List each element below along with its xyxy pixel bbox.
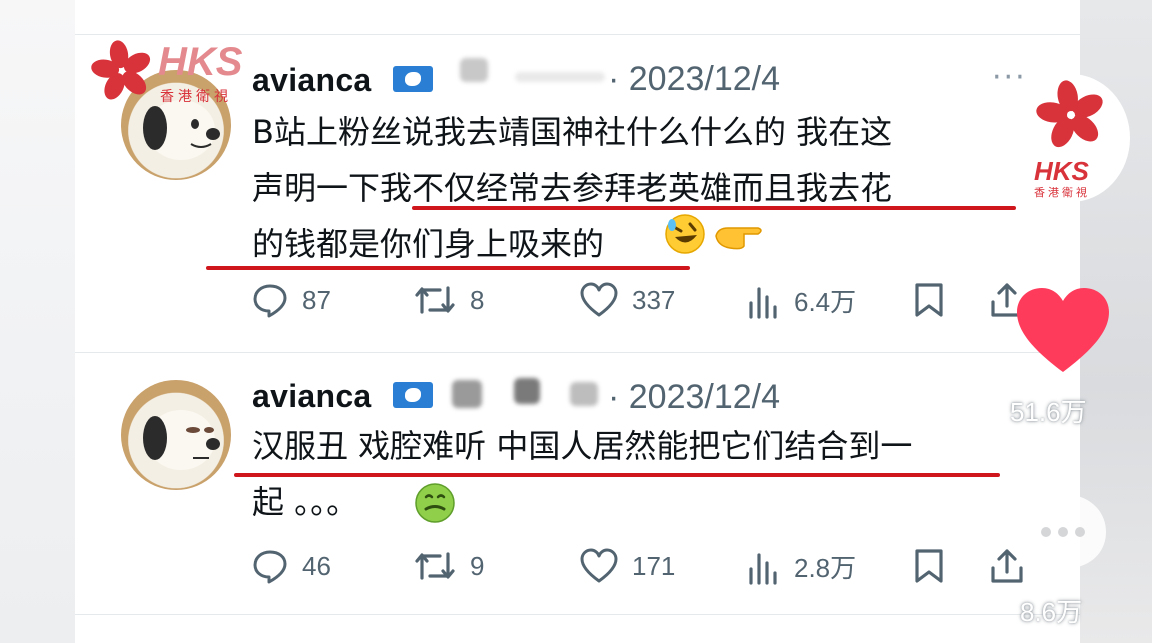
tweet-text-line: B站上粉丝说我去靖国神社什么什么的 我在这 [252,113,893,151]
like-count: 337 [632,284,676,315]
reply-count: 46 [302,550,331,581]
hks-logo-text: HKS [158,40,243,84]
snoopy-avatar-icon [143,410,220,470]
bookmark-button[interactable] [914,282,944,318]
hks-logo-subtitle: 香港衛視 [1034,186,1090,199]
reply-icon [253,550,287,584]
hks-logo-badge: HKS 香港衛視 [1012,74,1130,202]
rofl-emoji-icon [664,213,706,259]
blurred-handle [460,58,488,82]
bookmark-icon [915,549,943,583]
flag-icon [393,66,433,92]
blurred-handle [452,380,482,408]
reply-button[interactable]: 46 [252,548,331,584]
reply-button[interactable]: 87 [252,282,331,318]
bauhinia-logo-icon [1036,80,1103,148]
more-icon[interactable]: ··· [992,60,1027,95]
retweet-icon [415,286,455,314]
username[interactable]: avianca [252,378,372,415]
reply-count: 87 [302,284,331,315]
heart-icon [580,282,618,317]
hks-logo-text: HKS [1034,156,1089,186]
tweet-text-line: 起 。。。 [252,483,359,521]
retweet-icon [415,552,455,580]
side-like-button[interactable] [1014,286,1112,380]
heart-filled-icon [1017,288,1109,372]
tweet-text-line: 汉服丑 戏腔难听 中国人居然能把它们结合到一 [252,427,913,465]
user-avatar[interactable] [121,380,231,490]
retweet-button[interactable]: 9 [414,548,484,584]
bookmark-button[interactable] [914,548,944,584]
retweet-count: 8 [470,284,485,315]
hks-logo-subtitle: 香港衛視 [160,89,232,105]
divider-middle [75,352,1080,353]
blurred-handle-2 [515,72,605,82]
left-background [0,0,75,643]
tweet-text: B站上粉丝说我去靖国神社什么什么的 我在这 声明一下我不仅经常去参拜老英雄而且我… [252,104,892,272]
bauhinia-logo-icon [91,40,151,100]
red-underline [412,206,1016,210]
retweet-button[interactable]: 8 [414,282,484,318]
views-chart-icon [749,552,777,585]
comment-bubble-icon [1020,494,1106,578]
side-like-count: 51.6万 [1010,397,1087,427]
heart-icon [580,548,618,583]
like-button[interactable]: 337 [580,282,675,318]
tweet-text-line: 的钱都是你们身上吸来的 [252,225,605,263]
views-button[interactable]: 2.8万 [748,548,856,585]
like-count: 171 [632,550,676,581]
like-button[interactable]: 171 [580,548,675,584]
tweet-date[interactable]: · 2023/12/4 [608,60,780,99]
reply-icon [253,284,287,318]
blurred-handle-2 [514,378,540,404]
divider-bottom [75,614,1080,615]
flag-icon [393,382,433,408]
views-count: 2.8万 [794,553,857,583]
red-underline [234,473,1000,477]
tweet-date[interactable]: · 2023/12/4 [608,378,780,417]
username[interactable]: avianca [252,62,372,99]
blurred-handle-3 [570,382,598,406]
side-comment-count: 8.6万 [1020,597,1083,627]
nauseated-face-emoji-icon [414,482,456,528]
divider-top [75,34,1080,35]
views-button[interactable]: 6.4万 [748,282,856,319]
bookmark-icon [915,283,943,317]
retweet-count: 9 [470,550,485,581]
pointing-hand-emoji-icon [714,222,766,256]
side-comment-button[interactable] [1016,490,1110,584]
views-count: 6.4万 [794,287,857,317]
views-chart-icon [749,286,777,319]
red-underline [206,266,690,270]
